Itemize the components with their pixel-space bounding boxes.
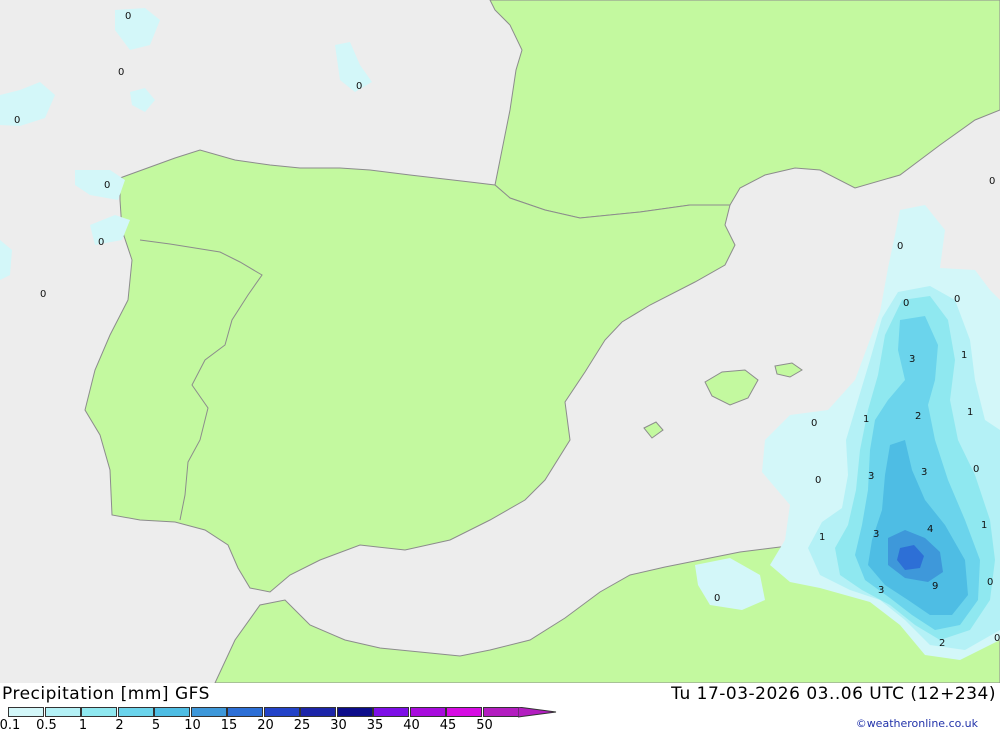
- value-label: 0: [815, 475, 821, 486]
- scale-swatch: [190, 707, 227, 717]
- value-label: 1: [967, 407, 973, 418]
- value-label: 0: [954, 294, 960, 305]
- scale-tick-label: 30: [330, 718, 347, 733]
- value-label: 0: [118, 67, 124, 78]
- value-label: 0: [40, 289, 46, 300]
- valid-time: Tu 17-03-2026 03..06 UTC (12+234): [671, 684, 996, 704]
- value-label: 2: [915, 411, 921, 422]
- value-label: 0: [125, 11, 131, 22]
- scale-tick-label: 50: [476, 718, 493, 733]
- value-label: 9: [932, 581, 938, 592]
- scale-swatch: [336, 707, 373, 717]
- scale-tick-label: 10: [184, 718, 201, 733]
- product-title: Precipitation [mm] GFS: [2, 684, 210, 704]
- value-label: 0: [989, 176, 995, 187]
- scale-swatch: [154, 707, 190, 717]
- scale-tick-label: 45: [439, 718, 457, 733]
- value-label: 0: [98, 237, 104, 248]
- value-label: 3: [909, 354, 915, 365]
- copyright-link[interactable]: ©weatheronline.co.uk: [856, 717, 978, 730]
- value-label: 1: [961, 350, 967, 361]
- value-label: 1: [981, 520, 987, 531]
- scale-swatch: [409, 707, 446, 717]
- value-label: 3: [921, 467, 927, 478]
- scale-tick-label: 15: [220, 718, 238, 733]
- scale-swatch: [300, 707, 336, 717]
- value-label: 4: [927, 524, 933, 535]
- value-label: 3: [878, 585, 884, 596]
- value-label: 0: [987, 577, 993, 588]
- scale-swatch: [373, 707, 409, 717]
- scale-swatch: [81, 707, 117, 717]
- scale-tick-label: 25: [293, 718, 311, 733]
- scale-swatch: [263, 707, 300, 717]
- value-label: 1: [819, 532, 825, 543]
- value-label: 2: [939, 638, 945, 649]
- value-label: 0: [714, 593, 720, 604]
- scale-tick-label: 20: [257, 718, 274, 733]
- color-scale-legend: 0.1 0.5 1 2 5 10 15 20 25 30 35 40 45 50: [0, 707, 557, 733]
- value-label: 0: [903, 298, 909, 309]
- scale-tick-label: 40: [403, 718, 420, 733]
- value-label: 1: [863, 414, 869, 425]
- scale-swatch: [44, 707, 81, 717]
- value-label: 0: [14, 115, 20, 126]
- scale-tick-label: 0.5: [36, 718, 57, 733]
- scale-tick-label: 35: [366, 718, 384, 733]
- scale-swatch: [446, 707, 482, 717]
- scale-swatch: [482, 707, 519, 717]
- value-label: 3: [868, 471, 874, 482]
- scale-swatch: [117, 707, 154, 717]
- precipitation-map: 0 0 0 0 0 0 0 0 0 0 0 3 1 0 1 2 1 0 3 3 …: [0, 0, 1000, 683]
- scale-tick-label: 2: [115, 718, 124, 733]
- value-label: 0: [994, 633, 1000, 644]
- map-footer: Precipitation [mm] GFS Tu 17-03-2026 03.…: [0, 683, 1000, 733]
- model-name: GFS: [174, 684, 210, 704]
- map-canvas: 0 0 0 0 0 0 0 0 0 0 0 3 1 0 1 2 1 0 3 3 …: [0, 0, 1000, 683]
- product-name: Precipitation [mm]: [2, 684, 170, 704]
- scale-swatch: [227, 707, 263, 717]
- value-label: 0: [973, 464, 979, 475]
- scale-swatch: [8, 707, 44, 717]
- scale-tick-label: 1: [78, 718, 88, 733]
- value-label: 0: [356, 81, 362, 92]
- value-label: 3: [873, 529, 879, 540]
- value-label: 0: [811, 418, 817, 429]
- scale-arrow-icon: [518, 707, 557, 718]
- value-label: 0: [897, 241, 903, 252]
- scale-tick-label: 0.1: [0, 718, 21, 733]
- value-label: 0: [104, 180, 110, 191]
- scale-tick-label: 5: [151, 718, 161, 733]
